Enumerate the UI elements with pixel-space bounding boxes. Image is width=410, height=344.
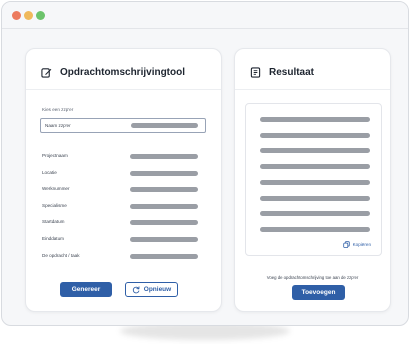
panel-title: Opdrachtomschrijvingtool [60,66,186,78]
result-title: Resultaat [269,66,315,78]
assignment-tool-panel: Opdrachtomschrijvingtool Kies een zzp'er… [25,48,222,312]
field-value-input[interactable] [130,154,198,159]
copy-button[interactable]: Kopiëren [342,241,371,248]
field-value-input[interactable] [130,170,198,176]
retry-label: Opnieuw [143,286,172,293]
result-text-line [260,132,370,138]
maximize-window-button[interactable] [36,11,45,20]
freelancer-name-select[interactable]: Naam zzp'er [40,118,206,133]
result-panel: Resultaat Kopiëren Voeg de opdrachtomsch… [234,48,391,312]
result-text-line [260,179,370,185]
divider [26,89,221,90]
add-button[interactable]: Toevoegen [292,285,345,300]
freelancer-name-label: Naam zzp'er [45,123,71,128]
field-label: Werknummer [42,186,70,192]
field-label: Startdatum [42,219,65,225]
result-text-line [260,148,370,154]
freelancer-name-value [131,123,198,128]
field-value-input[interactable] [130,203,198,209]
close-window-button[interactable] [12,11,21,20]
document-icon [250,66,261,78]
result-text-line [260,211,370,217]
minimize-window-button[interactable] [24,11,33,20]
field-label: Specialisme [42,202,67,208]
field-label: De opdracht / taak [42,252,80,258]
result-text-line [260,226,370,232]
result-header: Resultaat [250,65,314,79]
edit-icon [41,67,52,78]
field-value-input[interactable] [130,253,198,259]
field-value-input[interactable] [130,187,198,193]
field-value-input[interactable] [130,237,198,242]
copy-label: Kopiëren [352,242,371,247]
retry-button[interactable]: Opnieuw [125,282,178,297]
field-value-input[interactable] [130,220,198,226]
title-bar [2,2,408,29]
app-window: Opdrachtomschrijvingtool Kies een zzp'er… [1,1,409,326]
generate-button[interactable]: Genereer [60,282,112,297]
copy-icon [342,241,350,248]
field-label: Locatie [42,169,57,175]
choose-freelancer-hint: Kies een zzp'er [42,107,74,112]
refresh-icon [132,285,140,293]
divider [235,89,390,90]
field-label: Einddatum [42,236,64,241]
field-label: Projectnaam [42,153,68,158]
panel-header: Opdrachtomschrijvingtool [41,65,185,79]
result-text-line [260,164,370,170]
result-text-area[interactable]: Kopiëren [245,103,382,256]
add-hint: Voeg de opdrachtomschrijving toe aan de … [266,275,359,280]
result-text-line [260,195,370,201]
result-text-line [260,117,370,122]
